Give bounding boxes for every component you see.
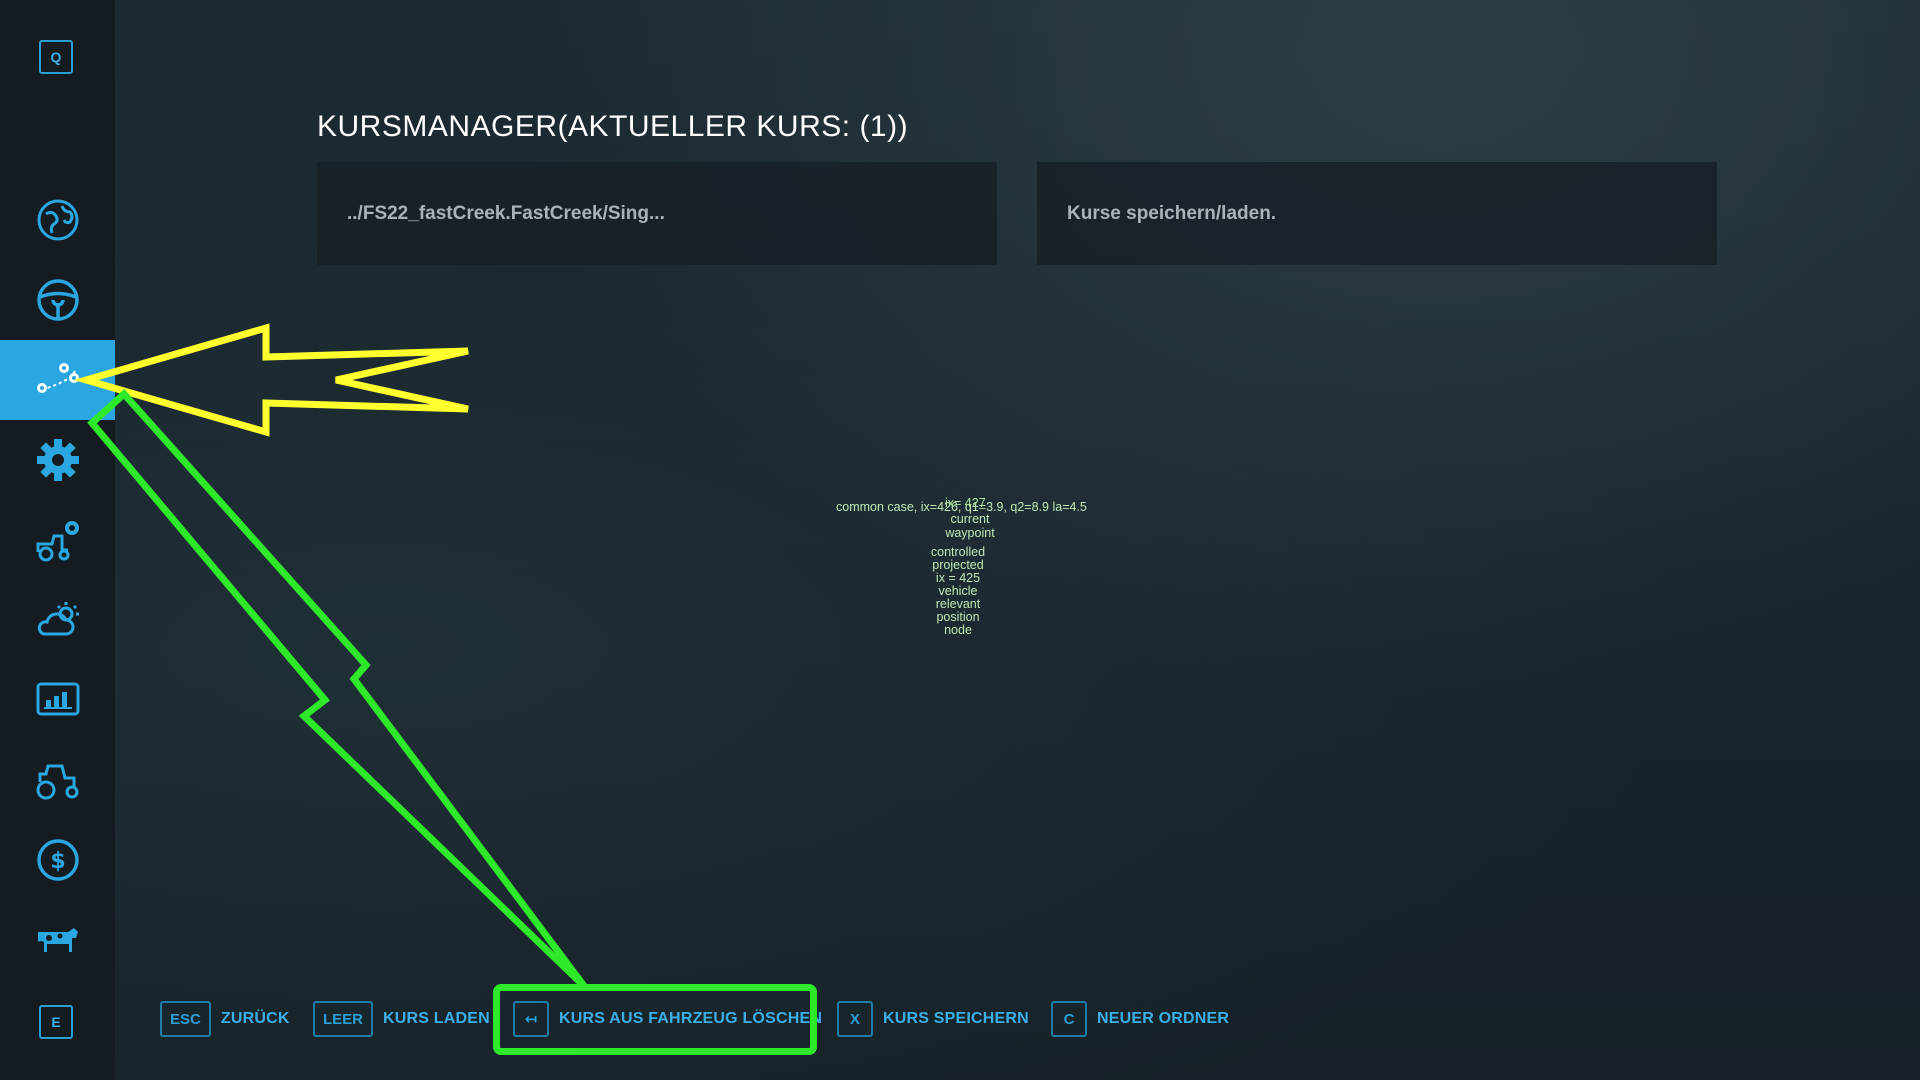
green-arrow — [87, 389, 587, 989]
save-course-action[interactable]: X KURS SPEICHERN — [837, 1001, 1029, 1037]
back-action[interactable]: ESC ZURÜCK — [160, 1001, 290, 1037]
c-key: C — [1051, 1001, 1087, 1037]
new-folder-label: NEUER ORDNER — [1097, 1010, 1230, 1027]
space-key: LEER — [313, 1001, 374, 1037]
annotation-arrows — [73, 323, 587, 989]
load-course-action[interactable]: LEER KURS LADEN — [313, 1001, 490, 1037]
load-course-label: KURS LADEN — [383, 1010, 490, 1027]
highlight-box — [493, 984, 817, 1055]
x-key: X — [837, 1001, 873, 1037]
back-label: ZURÜCK — [220, 1010, 290, 1027]
save-course-label: KURS SPEICHERN — [883, 1010, 1029, 1027]
esc-key: ESC — [160, 1001, 211, 1037]
new-folder-action[interactable]: C NEUER ORDNER — [1051, 1001, 1229, 1037]
